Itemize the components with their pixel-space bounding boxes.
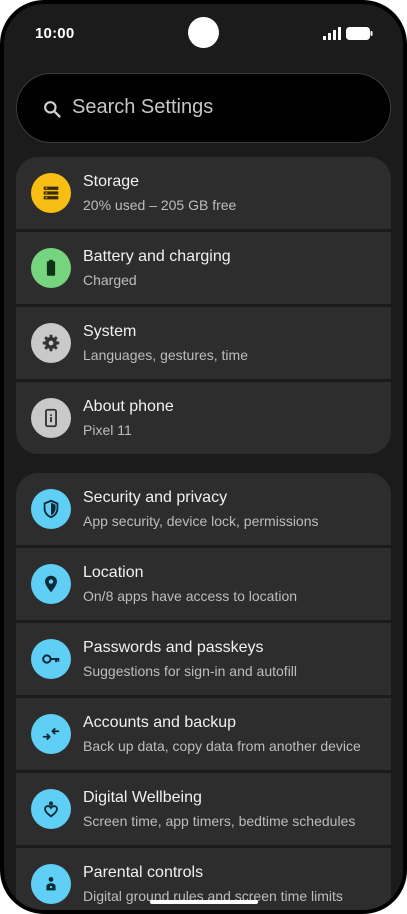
settings-item-system[interactable]: System Languages, gestures, time — [16, 307, 391, 379]
settings-screen: 10:00 Search Settings Storage 20% used –… — [4, 4, 403, 910]
item-subtitle: Languages, gestures, time — [83, 347, 248, 363]
item-subtitle: On/8 apps have access to location — [83, 588, 298, 604]
search-bar[interactable]: Search Settings — [16, 73, 391, 143]
battery-icon — [346, 27, 373, 40]
signal-icon — [323, 27, 341, 40]
item-title: Digital Wellbeing — [83, 789, 202, 806]
item-title: Battery and charging — [83, 248, 231, 265]
settings-item-digital-wellbeing[interactable]: Digital Wellbeing Screen time, app timer… — [16, 773, 391, 845]
camera-cutout — [188, 17, 219, 48]
settings-item-battery[interactable]: Battery and charging Charged — [16, 232, 391, 304]
wellbeing-heart-icon — [31, 789, 71, 829]
key-icon — [31, 639, 71, 679]
item-title: Security and privacy — [83, 489, 228, 506]
storage-icon — [31, 173, 71, 213]
item-subtitle: Screen time, app timers, bedtime schedul… — [83, 813, 356, 829]
home-indicator[interactable] — [150, 900, 258, 904]
item-subtitle: Back up data, copy data from another dev… — [83, 738, 361, 754]
status-time: 10:00 — [35, 25, 75, 42]
status-bar: 10:00 — [4, 4, 403, 64]
item-subtitle: Suggestions for sign-in and autofill — [83, 663, 298, 679]
item-title: Location — [83, 564, 144, 581]
settings-group-device: Storage 20% used – 205 GB free Battery a… — [16, 157, 391, 454]
gear-icon — [31, 323, 71, 363]
settings-item-location[interactable]: Location On/8 apps have access to locati… — [16, 548, 391, 620]
item-title: Accounts and backup — [83, 714, 236, 731]
sync-arrows-icon — [31, 714, 71, 754]
location-pin-icon — [31, 564, 71, 604]
shield-icon — [31, 489, 71, 529]
battery-icon — [31, 248, 71, 288]
settings-item-security-privacy[interactable]: Security and privacy App security, devic… — [16, 473, 391, 545]
item-title: About phone — [83, 398, 174, 415]
item-subtitle: App security, device lock, permissions — [83, 513, 319, 529]
phone-info-icon — [31, 398, 71, 438]
search-input[interactable]: Search Settings — [72, 96, 213, 119]
settings-group-personal: Security and privacy App security, devic… — [16, 473, 391, 910]
item-title: Storage — [83, 173, 140, 190]
item-subtitle: 20% used – 205 GB free — [83, 197, 237, 213]
item-title: Passwords and passkeys — [83, 639, 264, 656]
settings-item-accounts-backup[interactable]: Accounts and backup Back up data, copy d… — [16, 698, 391, 770]
settings-item-passwords[interactable]: Passwords and passkeys Suggestions for s… — [16, 623, 391, 695]
settings-item-storage[interactable]: Storage 20% used – 205 GB free — [16, 157, 391, 229]
item-title: Parental controls — [83, 864, 204, 881]
item-title: System — [83, 323, 137, 340]
settings-item-about-phone[interactable]: About phone Pixel 11 — [16, 382, 391, 454]
item-subtitle: Pixel 11 — [83, 422, 132, 438]
phone-frame: 10:00 Search Settings Storage 20% used –… — [0, 0, 407, 914]
item-subtitle: Charged — [83, 272, 137, 288]
parental-controls-icon — [31, 864, 71, 904]
search-icon — [44, 101, 61, 118]
